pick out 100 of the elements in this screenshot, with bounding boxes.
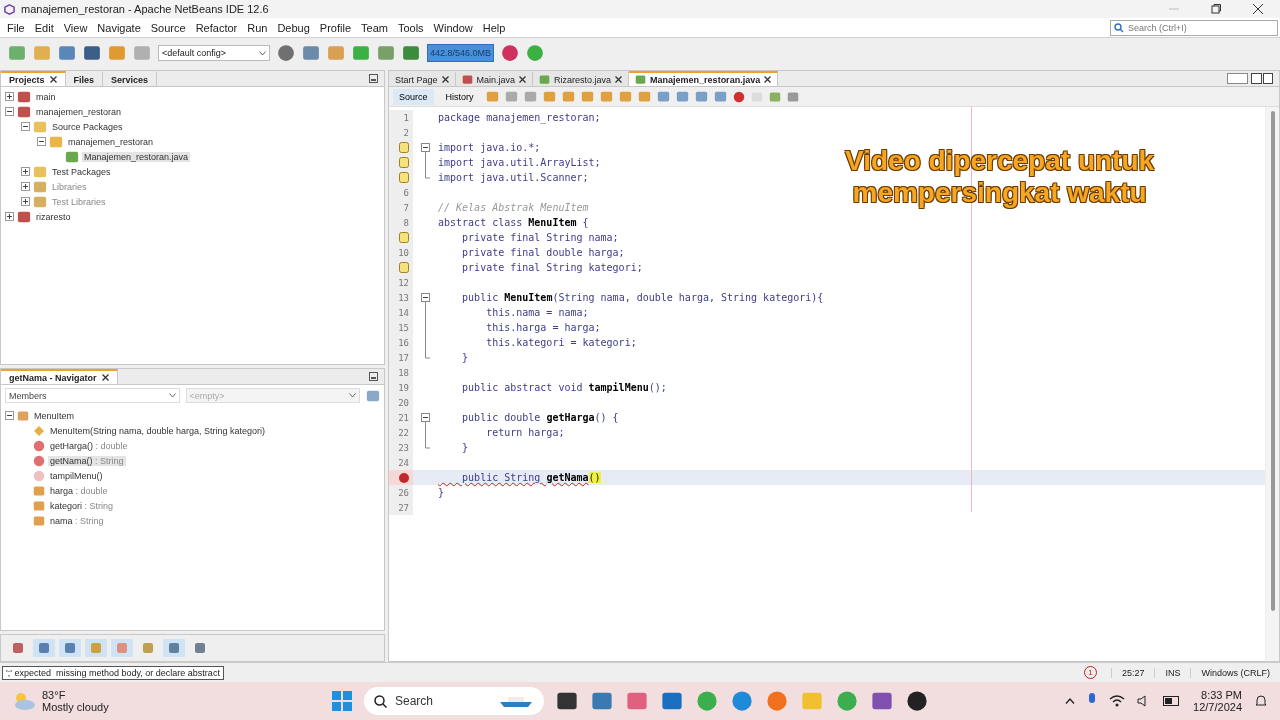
navigator-item[interactable]: MenuItem(String nama, double harga, String kategori) xyxy=(48,425,268,436)
panel-tab[interactable]: getNama - Navigator xyxy=(1,369,118,384)
close-icon[interactable] xyxy=(49,76,57,83)
expand-toggle-icon[interactable] xyxy=(21,167,30,176)
menu-item[interactable]: File xyxy=(2,21,30,34)
fold-toggle-icon[interactable] xyxy=(420,410,430,425)
editor-tab[interactable]: Rizaresto.java xyxy=(533,71,630,86)
filter-toggle[interactable] xyxy=(111,639,133,657)
editor-tool-icon[interactable] xyxy=(637,90,651,103)
menu-item[interactable]: Edit xyxy=(29,21,59,34)
search-field[interactable]: Search (Ctrl+I) xyxy=(1110,19,1278,36)
expand-toggle-icon[interactable] xyxy=(5,92,14,101)
app-icon[interactable] xyxy=(906,690,928,712)
menu-item[interactable]: Team xyxy=(356,21,393,34)
editor-tool-icon[interactable] xyxy=(656,90,670,103)
navigator-item[interactable]: getNama() : String xyxy=(48,455,126,466)
editor-tool-icon[interactable] xyxy=(713,90,727,103)
editor-tool-icon[interactable] xyxy=(618,90,632,103)
chevron-up-icon[interactable] xyxy=(1065,698,1076,704)
close-icon[interactable] xyxy=(519,76,527,83)
fold-toggle-icon[interactable] xyxy=(420,290,430,305)
filter-toggle[interactable] xyxy=(33,639,55,657)
collapse-toggle-icon[interactable] xyxy=(5,107,14,116)
menu-item[interactable]: Window xyxy=(428,21,478,34)
record-icon[interactable] xyxy=(732,90,745,103)
tree-item[interactable]: Manajemen_restoran.java xyxy=(82,151,191,162)
editor-tool-icon[interactable] xyxy=(580,90,594,103)
members-dropdown[interactable]: Members xyxy=(5,388,180,403)
editor-tool-icon[interactable] xyxy=(675,90,689,103)
editor-tool-icon[interactable] xyxy=(561,90,575,103)
tab-navigation-icon[interactable] xyxy=(1227,73,1273,84)
app-icon[interactable] xyxy=(556,690,578,712)
minimize-icon[interactable] xyxy=(369,74,378,83)
battery-icon[interactable] xyxy=(1163,696,1182,706)
line-number: 22 xyxy=(398,427,409,438)
bell-icon[interactable] xyxy=(1254,694,1268,708)
close-icon[interactable] xyxy=(441,76,449,83)
collapse-toggle-icon[interactable] xyxy=(5,411,14,420)
tree-item[interactable]: manajemen_restoran xyxy=(34,106,124,117)
editor-tab[interactable]: Main.java xyxy=(455,71,534,86)
filter-toggle[interactable] xyxy=(85,639,107,657)
menu-item[interactable]: View xyxy=(58,21,93,34)
editor-tool-icon[interactable] xyxy=(504,90,518,103)
tree-item[interactable]: rizaresto xyxy=(34,211,73,222)
globe-icon[interactable] xyxy=(277,44,295,62)
navigator-item[interactable]: nama : String xyxy=(48,515,106,526)
code-line: this.nama = nama; xyxy=(485,307,589,318)
editor-tab[interactable]: Manajemen_restoran.java xyxy=(629,71,779,86)
circle-icon xyxy=(33,469,45,482)
menu-item[interactable]: Help xyxy=(477,21,511,34)
navigator-item[interactable]: tampilMenu() xyxy=(48,470,105,481)
config-dropdown[interactable]: <default config> xyxy=(158,45,270,61)
menu-item[interactable]: Source xyxy=(145,21,191,34)
editor-tool-icon[interactable] xyxy=(542,90,556,103)
filter-toggle[interactable] xyxy=(59,639,81,657)
navigator-item[interactable]: kategori : String xyxy=(48,500,116,511)
view-tab[interactable]: History xyxy=(439,88,480,105)
view-tab[interactable]: Source xyxy=(393,88,434,105)
tree-item[interactable]: Test Libraries xyxy=(50,196,108,207)
editor-tab[interactable]: Start Page xyxy=(389,71,456,86)
temperature: 83°F xyxy=(42,689,67,701)
tree-item[interactable]: main xyxy=(34,91,58,102)
collapse-toggle-icon[interactable] xyxy=(37,137,46,146)
tree-item[interactable]: Test Packages xyxy=(50,166,113,177)
clock-time: 8:33 PM xyxy=(1201,689,1242,701)
navigator-item[interactable]: MenuItem xyxy=(32,410,77,421)
close-icon[interactable] xyxy=(615,76,623,83)
expand-toggle-icon[interactable] xyxy=(21,197,30,206)
filter-icon xyxy=(12,642,24,654)
menu-item[interactable]: Navigate xyxy=(92,21,146,34)
insert-mode: INS xyxy=(1154,667,1191,678)
menu-item[interactable]: Refactor xyxy=(190,21,243,34)
editor-tool-icon[interactable] xyxy=(599,90,613,103)
restore-icon[interactable] xyxy=(1211,4,1221,14)
taskbar-search[interactable]: Search xyxy=(364,687,544,715)
expand-toggle-icon[interactable] xyxy=(21,182,30,191)
menu-item[interactable]: Profile xyxy=(314,21,356,34)
navigator-item[interactable]: harga : double xyxy=(48,485,110,496)
close-icon[interactable] xyxy=(1253,4,1263,14)
close-icon[interactable] xyxy=(764,76,772,83)
expand-toggle-icon[interactable] xyxy=(5,212,14,221)
start-icon[interactable] xyxy=(332,691,352,711)
close-icon[interactable] xyxy=(101,374,109,381)
line-number: 26 xyxy=(398,487,409,498)
editor-tool-icon[interactable] xyxy=(694,90,708,103)
tree-item[interactable]: manajemen_restoran xyxy=(66,136,156,147)
wifi-icon[interactable] xyxy=(1109,695,1126,707)
navigator-item[interactable]: getHarga() : double xyxy=(48,440,130,451)
editor-tool-icon[interactable] xyxy=(485,90,499,103)
tree-item[interactable]: Source Packages xyxy=(50,121,125,132)
minimize-icon[interactable] xyxy=(369,372,378,381)
menu-item[interactable]: Tools xyxy=(392,21,429,34)
tree-item[interactable]: Libraries xyxy=(50,181,89,192)
fold-toggle-icon[interactable] xyxy=(420,140,430,155)
editor-tool-icon[interactable] xyxy=(523,90,537,103)
menu-item[interactable]: Debug xyxy=(272,21,315,34)
panel-tab[interactable]: Projects xyxy=(1,71,66,86)
menu-item[interactable]: Run xyxy=(242,21,273,34)
filter-toggle[interactable] xyxy=(163,639,185,657)
collapse-toggle-icon[interactable] xyxy=(21,122,30,131)
